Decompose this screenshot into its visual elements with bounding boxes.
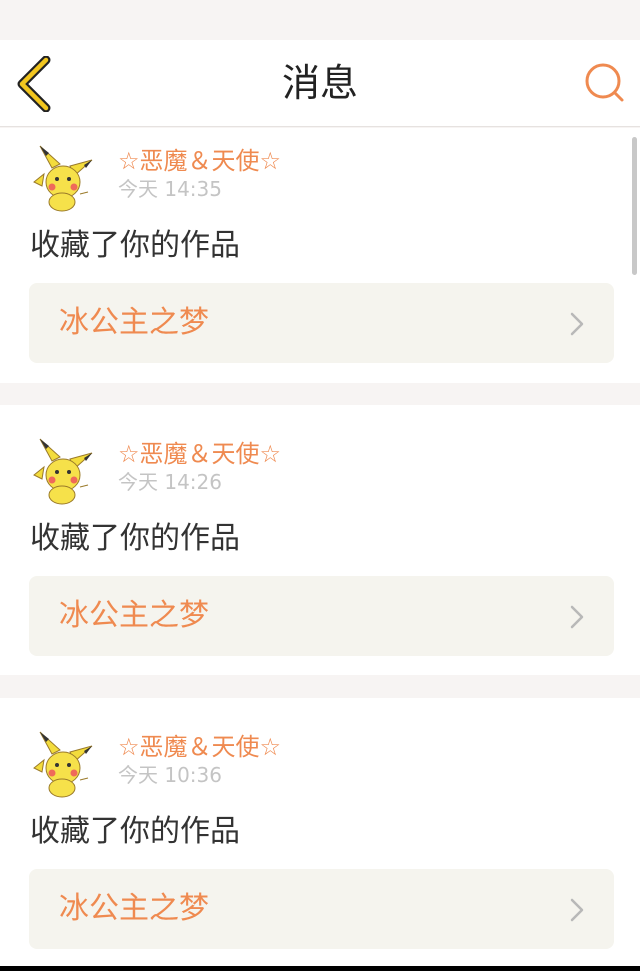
timestamp: 今天 14:35: [118, 177, 222, 201]
pikachu-avatar-icon: [33, 731, 93, 798]
work-title: 冰公主之梦: [59, 891, 209, 926]
message-card: ☆恶魔＆天使☆ 今天 10:36 收藏了你的作品 冰公主之梦: [0, 698, 640, 966]
avatar[interactable]: [30, 435, 96, 505]
work-link[interactable]: 冰公主之梦: [29, 283, 614, 363]
chevron-right-icon: [570, 898, 584, 922]
chevron-right-icon: [570, 605, 584, 629]
avatar[interactable]: [30, 728, 96, 798]
message-card: ☆恶魔＆天使☆ 今天 14:35 收藏了你的作品 冰公主之梦: [0, 128, 640, 383]
pikachu-avatar-icon: [33, 145, 93, 212]
page-title: 消息: [281, 61, 358, 105]
action-text: 收藏了你的作品: [30, 521, 240, 556]
username[interactable]: ☆恶魔＆天使☆: [118, 439, 281, 469]
action-text: 收藏了你的作品: [30, 814, 240, 849]
work-link[interactable]: 冰公主之梦: [29, 576, 614, 656]
navigation-bar: 消息: [0, 40, 640, 127]
avatar[interactable]: [30, 142, 96, 212]
timestamp: 今天 10:36: [118, 763, 222, 787]
scrollbar[interactable]: [632, 137, 637, 275]
message-card: ☆恶魔＆天使☆ 今天 14:26 收藏了你的作品 冰公主之梦: [0, 405, 640, 675]
chevron-right-icon: [570, 312, 584, 336]
timestamp: 今天 14:26: [118, 470, 222, 494]
status-bar: [0, 0, 640, 40]
search-icon: [585, 63, 624, 102]
pikachu-avatar-icon: [33, 438, 93, 505]
username[interactable]: ☆恶魔＆天使☆: [118, 732, 281, 762]
action-text: 收藏了你的作品: [30, 228, 240, 263]
search-button[interactable]: [582, 60, 628, 106]
work-link[interactable]: 冰公主之梦: [29, 869, 614, 949]
bottom-edge: [0, 966, 640, 971]
work-title: 冰公主之梦: [59, 598, 209, 633]
work-title: 冰公主之梦: [59, 305, 209, 340]
username[interactable]: ☆恶魔＆天使☆: [118, 146, 281, 176]
